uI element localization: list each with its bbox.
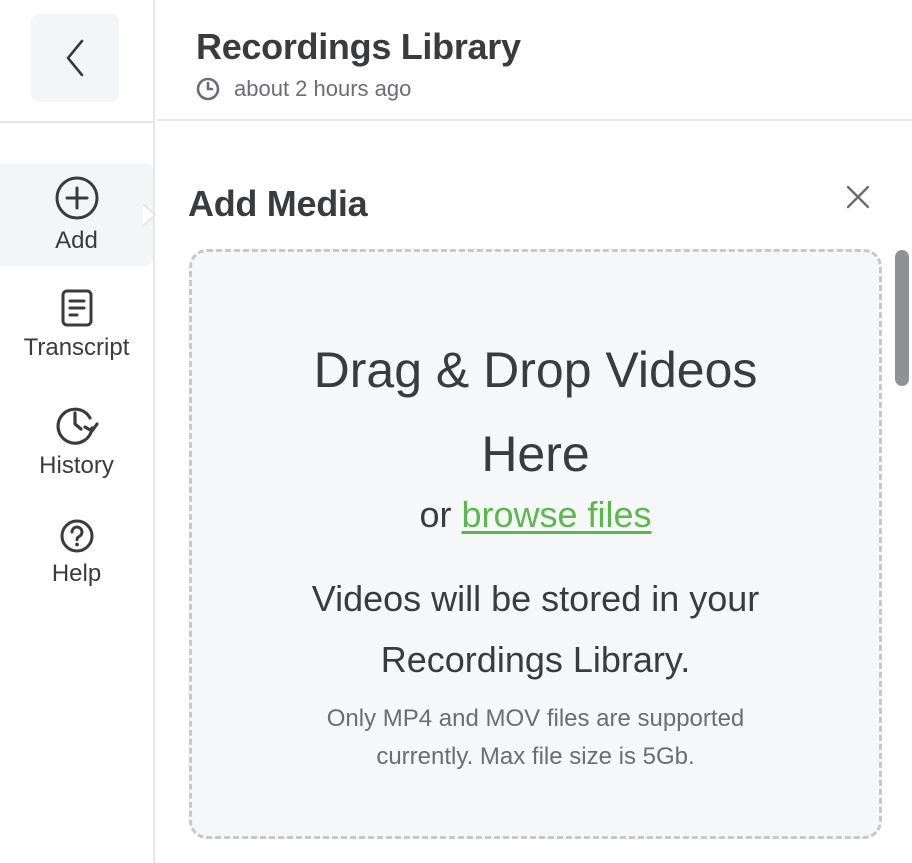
sidebar-item-help[interactable]: Help <box>0 518 153 590</box>
sidebar-item-transcript[interactable]: Transcript <box>0 288 153 368</box>
timestamp-text: about 2 hours ago <box>234 76 412 101</box>
sidebar-item-label: History <box>39 452 114 479</box>
scrollbar-thumb[interactable] <box>895 250 909 386</box>
sidebar: Add Transcript History Help <box>0 0 157 863</box>
app-window: Add Transcript History Help Recordings L… <box>0 0 912 863</box>
add-media-panel: Add Media Drag & Drop Videos Here or bro… <box>157 123 912 863</box>
file-dropzone[interactable]: Drag & Drop Videos Here or browse files … <box>189 249 882 839</box>
file-format-note: Only MP4 and MOV files are supported cur… <box>326 705 745 770</box>
close-icon <box>846 185 870 209</box>
browse-files-link[interactable]: browse files <box>461 494 651 535</box>
plus-circle-icon <box>55 176 98 220</box>
sidebar-item-history[interactable]: History <box>0 402 153 486</box>
dropzone-heading: Drag & Drop Videos Here <box>313 342 758 482</box>
question-circle-icon <box>60 519 93 553</box>
history-icon <box>56 407 99 445</box>
last-updated: about 2 hours ago <box>196 76 411 102</box>
close-button[interactable] <box>841 180 875 214</box>
page-title: Recordings Library <box>196 26 521 67</box>
document-icon <box>61 289 92 327</box>
sidebar-item-label: Help <box>51 560 102 587</box>
dropzone-browse-line: or browse files <box>192 494 879 536</box>
storage-info: Videos will be stored in your Recordings… <box>311 578 760 680</box>
sidebar-item-add[interactable]: Add <box>0 163 153 266</box>
chevron-left-icon <box>66 39 84 77</box>
panel-title: Add Media <box>188 183 368 224</box>
back-button[interactable] <box>31 14 119 102</box>
sidebar-item-label: Transcript <box>23 334 130 361</box>
sidebar-item-label: Add <box>55 227 98 254</box>
sidebar-divider <box>0 121 155 123</box>
or-text: or <box>419 494 452 535</box>
header: Recordings Library about 2 hours ago <box>157 0 912 121</box>
clock-icon <box>196 77 220 101</box>
